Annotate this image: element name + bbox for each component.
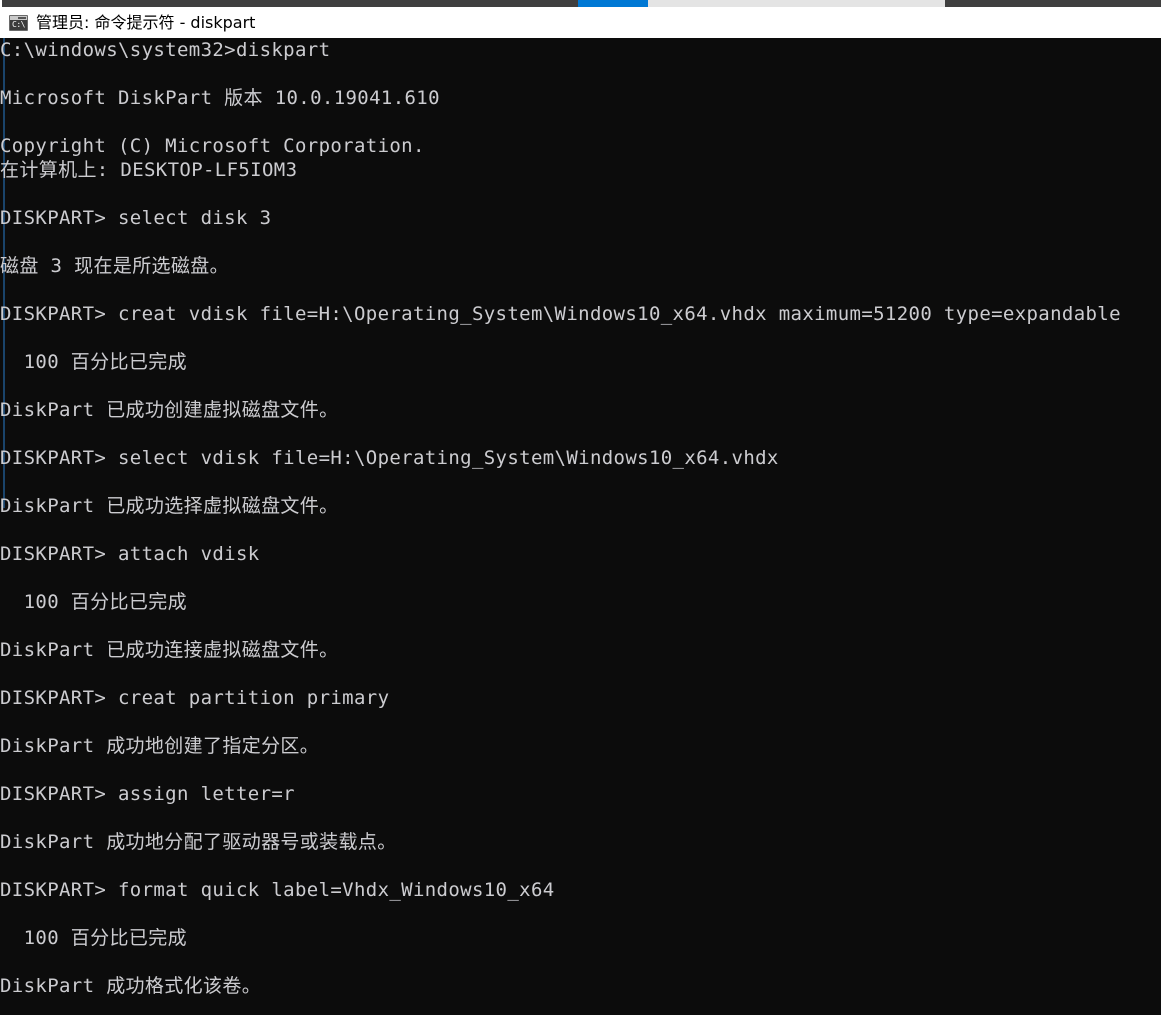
console-text-buffer: C:\windows\system32>diskpart Microsoft D… xyxy=(0,38,1161,998)
console-line: DISKPART> attach vdisk xyxy=(0,543,260,565)
window-top-strip xyxy=(0,0,1161,7)
console-line: DISKPART> select vdisk file=H:\Operating… xyxy=(0,447,779,469)
console-line: DiskPart 成功地分配了驱动器号或装载点。 xyxy=(0,831,397,853)
cmd-icon-prompt-label: C:\ xyxy=(12,19,25,29)
title-bar[interactable]: C:\ 管理员: 命令提示符 - diskpart xyxy=(0,7,1161,38)
console-line: DISKPART> creat vdisk file=H:\Operating_… xyxy=(0,303,1121,325)
console-line: 100 百分比已完成 xyxy=(0,591,187,613)
console-line: DISKPART> format quick label=Vhdx_Window… xyxy=(0,879,555,901)
console-line: DiskPart 已成功选择虚拟磁盘文件。 xyxy=(0,495,339,517)
top-strip-light-segment xyxy=(648,0,945,7)
top-strip-accent-segment xyxy=(578,0,648,7)
console-line: DiskPart 成功地创建了指定分区。 xyxy=(0,735,320,757)
console-line: DiskPart 成功格式化该卷。 xyxy=(0,975,262,997)
console-line: 磁盘 3 现在是所选磁盘。 xyxy=(0,255,229,277)
cmd-icon-window-buttons xyxy=(18,16,26,19)
console-line: C:\windows\system32>diskpart xyxy=(0,39,331,61)
top-strip-left-edge xyxy=(0,0,2,7)
console-line: 100 百分比已完成 xyxy=(0,351,187,373)
console-line: 在计算机上: DESKTOP-LF5IOM3 xyxy=(0,159,298,181)
console-output-area[interactable]: C:\windows\system32>diskpart Microsoft D… xyxy=(0,38,1161,1015)
console-line: DISKPART> assign letter=r xyxy=(0,783,295,805)
window-title: 管理员: 命令提示符 - diskpart xyxy=(36,12,256,32)
console-line: DISKPART> creat partition primary xyxy=(0,687,390,709)
console-line: 100 百分比已完成 xyxy=(0,927,187,949)
cmd-prompt-icon: C:\ xyxy=(9,14,28,31)
console-line: Microsoft DiskPart 版本 10.0.19041.610 xyxy=(0,87,440,109)
console-line: DiskPart 已成功创建虚拟磁盘文件。 xyxy=(0,399,339,421)
console-line: Copyright (C) Microsoft Corporation. xyxy=(0,135,425,157)
console-line: DiskPart 已成功连接虚拟磁盘文件。 xyxy=(0,639,339,661)
console-line: DISKPART> select disk 3 xyxy=(0,207,272,229)
